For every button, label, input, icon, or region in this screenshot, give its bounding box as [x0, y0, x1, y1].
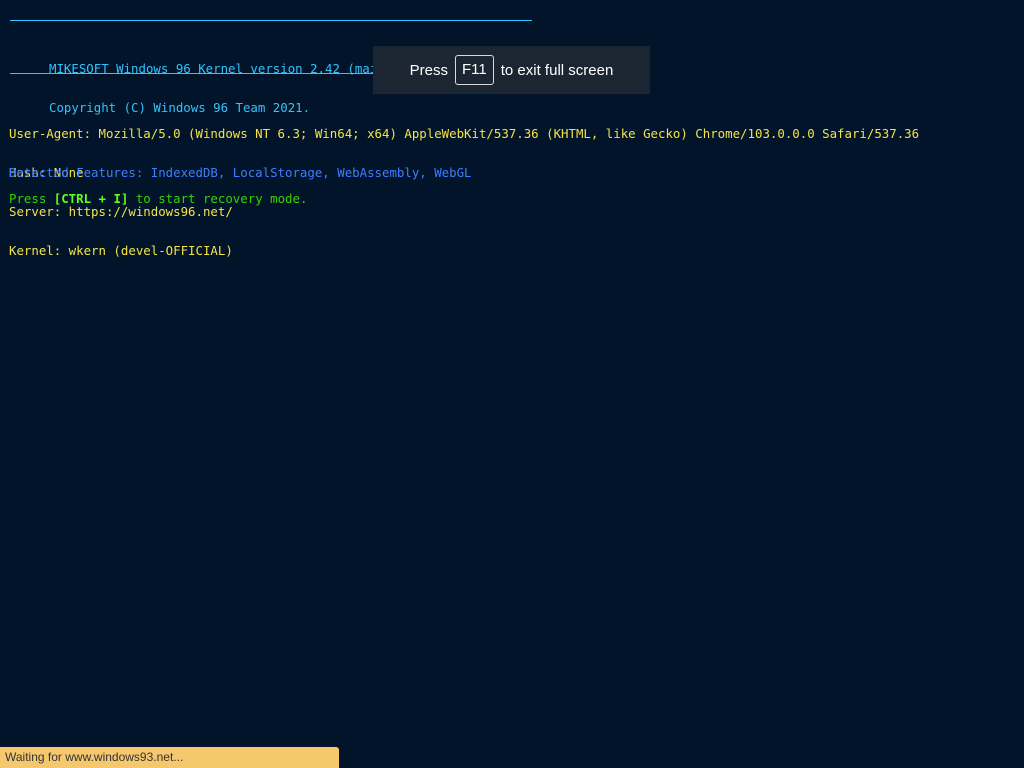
recovery-prompt: Press [CTRL + I] to start recovery mode.: [9, 192, 307, 205]
browser-status-bar: Waiting for www.windows93.net...: [0, 747, 339, 768]
user-agent-line: User-Agent: Mozilla/5.0 (Windows NT 6.3;…: [9, 126, 920, 141]
recovery-shortcut: [CTRL + I]: [53, 191, 129, 206]
recovery-prefix: Press: [9, 191, 54, 206]
kernel-line: Kernel: wkern (devel-OFFICIAL): [9, 243, 233, 258]
exit-fullscreen-toast: Press F11 to exit full screen: [373, 46, 650, 94]
kernel-console: MIKESOFT Windows 96 Kernel version 2.42 …: [0, 0, 1024, 768]
recovery-suffix: to start recovery mode.: [128, 191, 308, 206]
banner-top-rule: [10, 20, 532, 21]
f11-keycap: F11: [455, 55, 494, 85]
detected-features-line: Detected Features: IndexedDB, LocalStora…: [9, 165, 472, 180]
toast-press-label: Press: [409, 61, 449, 79]
toast-message: to exit full screen: [500, 61, 614, 79]
server-line: Server: https://windows96.net/: [9, 204, 233, 219]
